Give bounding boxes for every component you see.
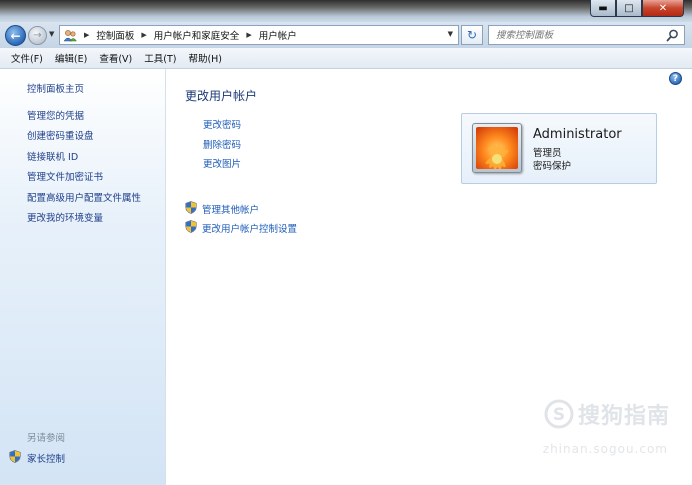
sidebar-item-encryption-certificates[interactable]: 管理文件加密证书: [27, 171, 141, 191]
sidebar-item-link-online-id[interactable]: 链接联机 ID: [27, 151, 141, 171]
recent-pages-dropdown[interactable]: ▼: [49, 30, 54, 38]
sidebar-item-advanced-profile-properties[interactable]: 配置高级用户配置文件属性: [27, 192, 141, 212]
user-name: Administrator: [533, 127, 622, 142]
back-arrow-icon: ←: [10, 28, 21, 43]
uac-settings-link[interactable]: 更改用户帐户控制设置: [185, 219, 297, 239]
help-button[interactable]: ?: [669, 72, 682, 85]
sidebar-item-environment-variables[interactable]: 更改我的环境变量: [27, 212, 141, 232]
control-panel-home-link[interactable]: 控制面板主页: [27, 81, 84, 95]
manage-other-accounts-link[interactable]: 管理其他帐户: [185, 199, 297, 219]
user-password-status: 密码保护: [533, 161, 572, 172]
flower-picture-icon: [476, 127, 518, 169]
menu-tools[interactable]: 工具(T): [138, 51, 182, 65]
close-icon: ✕: [658, 2, 668, 14]
change-picture-link[interactable]: 更改图片: [203, 158, 241, 178]
title-bar: ▬ □ ✕: [0, 0, 692, 22]
sogou-logo-icon: S: [544, 399, 574, 429]
sidebar: 控制面板主页 管理您的凭据 创建密码重设盘 链接联机 ID 管理文件加密证书 配…: [0, 69, 166, 485]
breadcrumb-separator[interactable]: ▶: [84, 31, 89, 39]
menu-edit[interactable]: 编辑(E): [49, 51, 93, 65]
change-password-link[interactable]: 更改密码: [203, 119, 241, 139]
watermark: S 搜狗指南: [544, 398, 670, 430]
parental-controls-label: 家长控制: [27, 454, 66, 465]
address-dropdown-icon[interactable]: ▼: [448, 30, 453, 38]
sidebar-item-manage-credentials[interactable]: 管理您的凭据: [27, 110, 141, 130]
menu-view[interactable]: 查看(V): [93, 51, 138, 65]
see-also-heading: 另请参阅: [27, 433, 66, 444]
refresh-icon: ↻: [466, 28, 478, 42]
breadcrumb-separator[interactable]: ▶: [246, 31, 251, 39]
sidebar-item-create-reset-disk[interactable]: 创建密码重设盘: [27, 130, 141, 150]
help-icon: ?: [672, 73, 679, 84]
close-button[interactable]: ✕: [642, 0, 684, 17]
menu-help[interactable]: 帮助(H): [182, 51, 228, 65]
user-account-card: Administrator 管理员 密码保护: [461, 113, 657, 184]
address-toolbar: ← → ▼ ▶ 控制面板 ▶ 用户帐户和家庭安全 ▶ 用户帐户 ▼ ↻: [0, 22, 692, 48]
svg-text:S: S: [553, 405, 565, 425]
uac-settings-label: 更改用户帐户控制设置: [202, 224, 298, 236]
breadcrumb-control-panel[interactable]: 控制面板: [96, 28, 134, 42]
refresh-button[interactable]: ↻: [461, 25, 483, 45]
menu-file[interactable]: 文件(F): [5, 51, 49, 65]
user-role: 管理员: [533, 148, 562, 159]
admin-task-links: 管理其他帐户 更改用户帐户控制设置: [185, 199, 297, 238]
search-icon[interactable]: [666, 29, 679, 42]
remove-password-link[interactable]: 删除密码: [203, 139, 241, 159]
search-box[interactable]: [488, 25, 685, 45]
uac-shield-icon: [185, 220, 197, 236]
users-icon: [63, 29, 77, 42]
breadcrumb-user-accounts-family-safety[interactable]: 用户帐户和家庭安全: [154, 28, 240, 42]
breadcrumb-separator[interactable]: ▶: [141, 31, 146, 39]
maximize-icon: □: [624, 2, 634, 14]
forward-arrow-icon: →: [33, 30, 42, 41]
watermark-text: 搜狗指南: [577, 404, 670, 429]
address-bar[interactable]: ▶ 控制面板 ▶ 用户帐户和家庭安全 ▶ 用户帐户 ▼: [59, 25, 459, 45]
page-title: 更改用户帐户: [185, 89, 258, 103]
avatar: [472, 123, 522, 173]
watermark-url: zhinan.sogou.com: [542, 442, 668, 456]
uac-shield-icon: [9, 450, 21, 466]
minimize-icon: ▬: [598, 2, 608, 14]
menu-bar: 文件(F) 编辑(E) 查看(V) 工具(T) 帮助(H): [0, 48, 692, 69]
back-button[interactable]: ←: [5, 25, 26, 46]
manage-other-accounts-label: 管理其他帐户: [202, 204, 260, 216]
breadcrumb-user-accounts[interactable]: 用户帐户: [259, 28, 297, 42]
sidebar-links: 管理您的凭据 创建密码重设盘 链接联机 ID 管理文件加密证书 配置高级用户配置…: [27, 110, 141, 232]
maximize-button[interactable]: □: [616, 0, 642, 17]
parental-controls-link[interactable]: 家长控制: [9, 450, 65, 466]
forward-button[interactable]: →: [28, 26, 47, 45]
window-controls: ▬ □ ✕: [590, 0, 684, 17]
minimize-button[interactable]: ▬: [590, 0, 616, 17]
search-input[interactable]: [496, 29, 656, 41]
task-links: 更改密码 删除密码 更改图片: [203, 119, 241, 178]
uac-shield-icon: [185, 200, 197, 217]
